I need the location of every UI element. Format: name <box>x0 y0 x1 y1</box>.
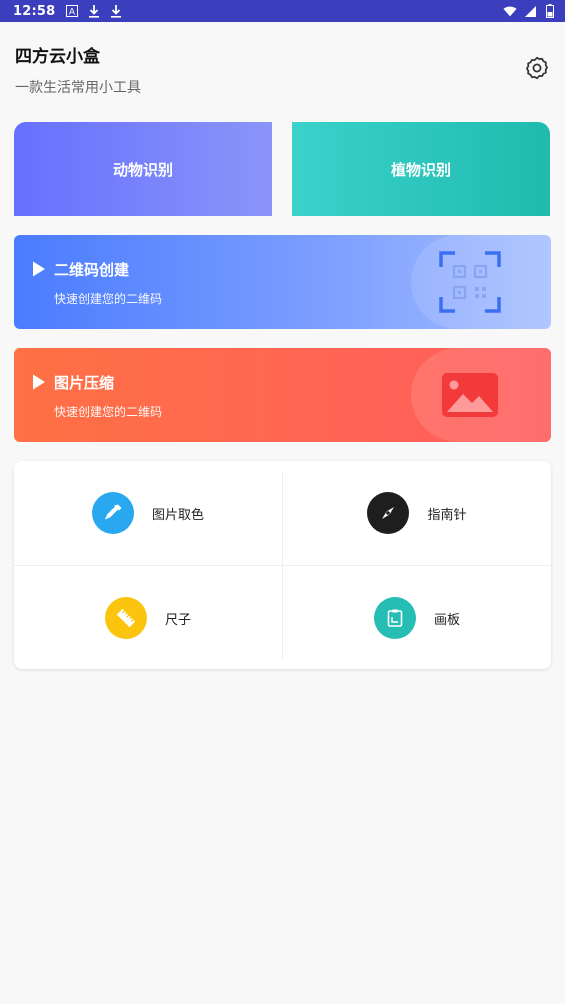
status-bar: 12:58 A <box>0 0 565 22</box>
image-card-desc: 快速创建您的二维码 <box>54 405 163 419</box>
tool-drawing-board[interactable]: 画板 <box>283 566 551 670</box>
eyedropper-icon <box>91 492 134 534</box>
tools-grid: 图片取色 指南针 尺子 画板 <box>14 461 551 669</box>
wifi-icon <box>503 4 517 18</box>
tool-ruler[interactable]: 尺子 <box>14 566 282 670</box>
qr-card-title: 二维码创建 <box>54 261 130 279</box>
settings-button[interactable] <box>524 55 550 81</box>
tool-label: 图片取色 <box>151 507 204 523</box>
ruler-icon <box>104 597 147 639</box>
tool-compass[interactable]: 指南针 <box>283 461 551 565</box>
tool-label: 尺子 <box>164 612 191 628</box>
tool-label: 画板 <box>433 612 460 628</box>
qr-card-desc: 快速创建您的二维码 <box>54 292 163 306</box>
app-header: 四方云小盒 一款生活常用小工具 <box>15 42 550 102</box>
tool-color-picker[interactable]: 图片取色 <box>14 461 282 565</box>
app-subtitle: 一款生活常用小工具 <box>15 80 141 96</box>
image-card-title: 图片压缩 <box>54 374 115 392</box>
font-icon: A <box>65 4 79 18</box>
status-time: 12:58 <box>13 3 56 19</box>
gear-icon <box>524 56 550 85</box>
animal-recognition-label: 动物识别 <box>112 160 173 179</box>
plant-recognition-label: 植物识别 <box>390 160 451 179</box>
image-icon <box>439 364 501 426</box>
qr-create-card[interactable]: 二维码创建 快速创建您的二维码 <box>14 235 551 329</box>
battery-icon <box>543 4 557 18</box>
plant-recognition-card[interactable]: 植物识别 <box>292 122 550 216</box>
play-icon <box>32 374 46 390</box>
tool-label: 指南针 <box>427 507 467 523</box>
play-icon <box>32 261 46 277</box>
download-icon <box>87 4 101 18</box>
svg-text:A: A <box>69 8 76 18</box>
download-icon <box>109 4 123 18</box>
image-compress-card[interactable]: 图片压缩 快速创建您的二维码 <box>14 348 551 442</box>
signal-icon <box>523 4 537 18</box>
clipboard-icon <box>373 597 416 639</box>
qr-code-icon <box>439 251 501 313</box>
app-title: 四方云小盒 <box>15 47 100 67</box>
animal-recognition-card[interactable]: 动物识别 <box>14 122 272 216</box>
compass-icon <box>367 492 410 534</box>
